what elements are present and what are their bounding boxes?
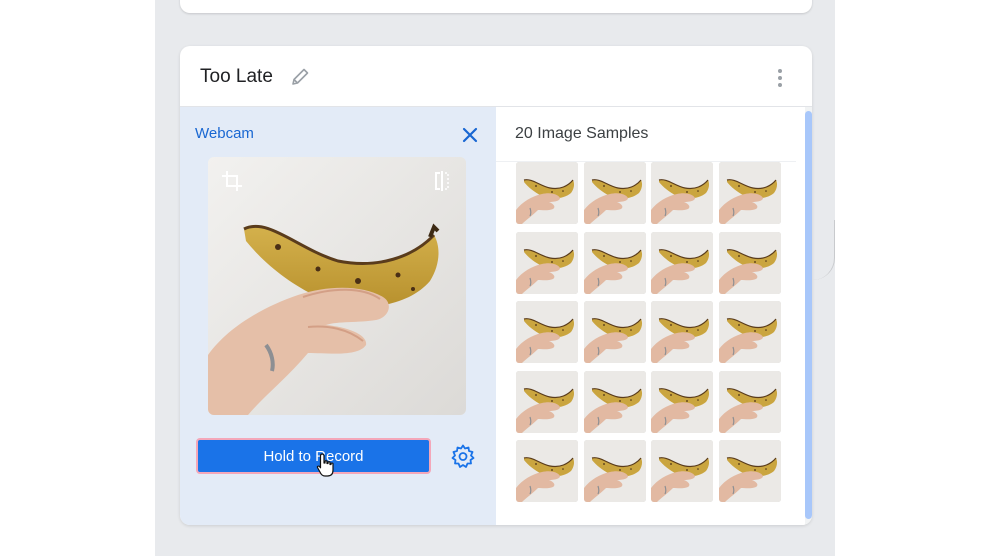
sample-thumbnail[interactable] bbox=[583, 440, 646, 502]
hold-to-record-button[interactable]: Hold to Record bbox=[196, 438, 431, 474]
crop-icon[interactable] bbox=[220, 169, 244, 193]
pencil-icon[interactable] bbox=[289, 66, 311, 88]
sample-thumbnail[interactable] bbox=[583, 231, 646, 294]
gear-icon[interactable] bbox=[451, 444, 475, 468]
sample-thumbnail[interactable] bbox=[651, 231, 713, 294]
class-card: Too Late Webcam Hold to Record 20 Image … bbox=[180, 46, 812, 525]
sample-thumbnail[interactable] bbox=[516, 162, 578, 224]
more-vert-icon[interactable] bbox=[776, 68, 784, 88]
webcam-panel: Webcam Hold to Record bbox=[180, 107, 496, 525]
sample-thumbnail[interactable] bbox=[651, 370, 713, 433]
previous-class-card bbox=[180, 0, 812, 13]
sample-thumbnail[interactable] bbox=[583, 370, 646, 433]
sample-thumbnail[interactable] bbox=[516, 301, 578, 363]
sample-thumbnail[interactable] bbox=[651, 440, 713, 502]
sample-thumbnail[interactable] bbox=[718, 370, 781, 433]
flip-icon[interactable] bbox=[430, 169, 454, 193]
sample-thumbnail[interactable] bbox=[651, 162, 713, 224]
sample-thumbnail[interactable] bbox=[718, 231, 781, 294]
class-card-header: Too Late bbox=[180, 46, 812, 107]
sample-thumbnail[interactable] bbox=[516, 231, 578, 294]
webcam-preview bbox=[208, 157, 466, 415]
sample-thumbnail[interactable] bbox=[516, 370, 578, 433]
scrollbar-thumb[interactable] bbox=[805, 111, 812, 519]
webcam-label: Webcam bbox=[195, 125, 254, 142]
sample-thumbnail[interactable] bbox=[516, 440, 578, 502]
sample-thumbnail[interactable] bbox=[583, 162, 646, 224]
sample-grid bbox=[516, 162, 786, 502]
image-samples-panel: 20 Image Samples bbox=[496, 107, 812, 525]
sample-thumbnail[interactable] bbox=[718, 301, 781, 363]
close-icon[interactable] bbox=[462, 127, 478, 143]
sample-thumbnail[interactable] bbox=[651, 301, 713, 363]
hand-pointer-icon bbox=[316, 453, 334, 477]
samples-scrollbar[interactable] bbox=[805, 107, 812, 525]
webcam-image bbox=[208, 157, 466, 415]
samples-count-label: 20 Image Samples bbox=[515, 125, 649, 142]
sample-thumbnail[interactable] bbox=[583, 301, 646, 363]
sample-thumbnail[interactable] bbox=[718, 162, 781, 224]
sample-thumbnail[interactable] bbox=[718, 440, 781, 502]
class-name[interactable]: Too Late bbox=[200, 66, 273, 88]
